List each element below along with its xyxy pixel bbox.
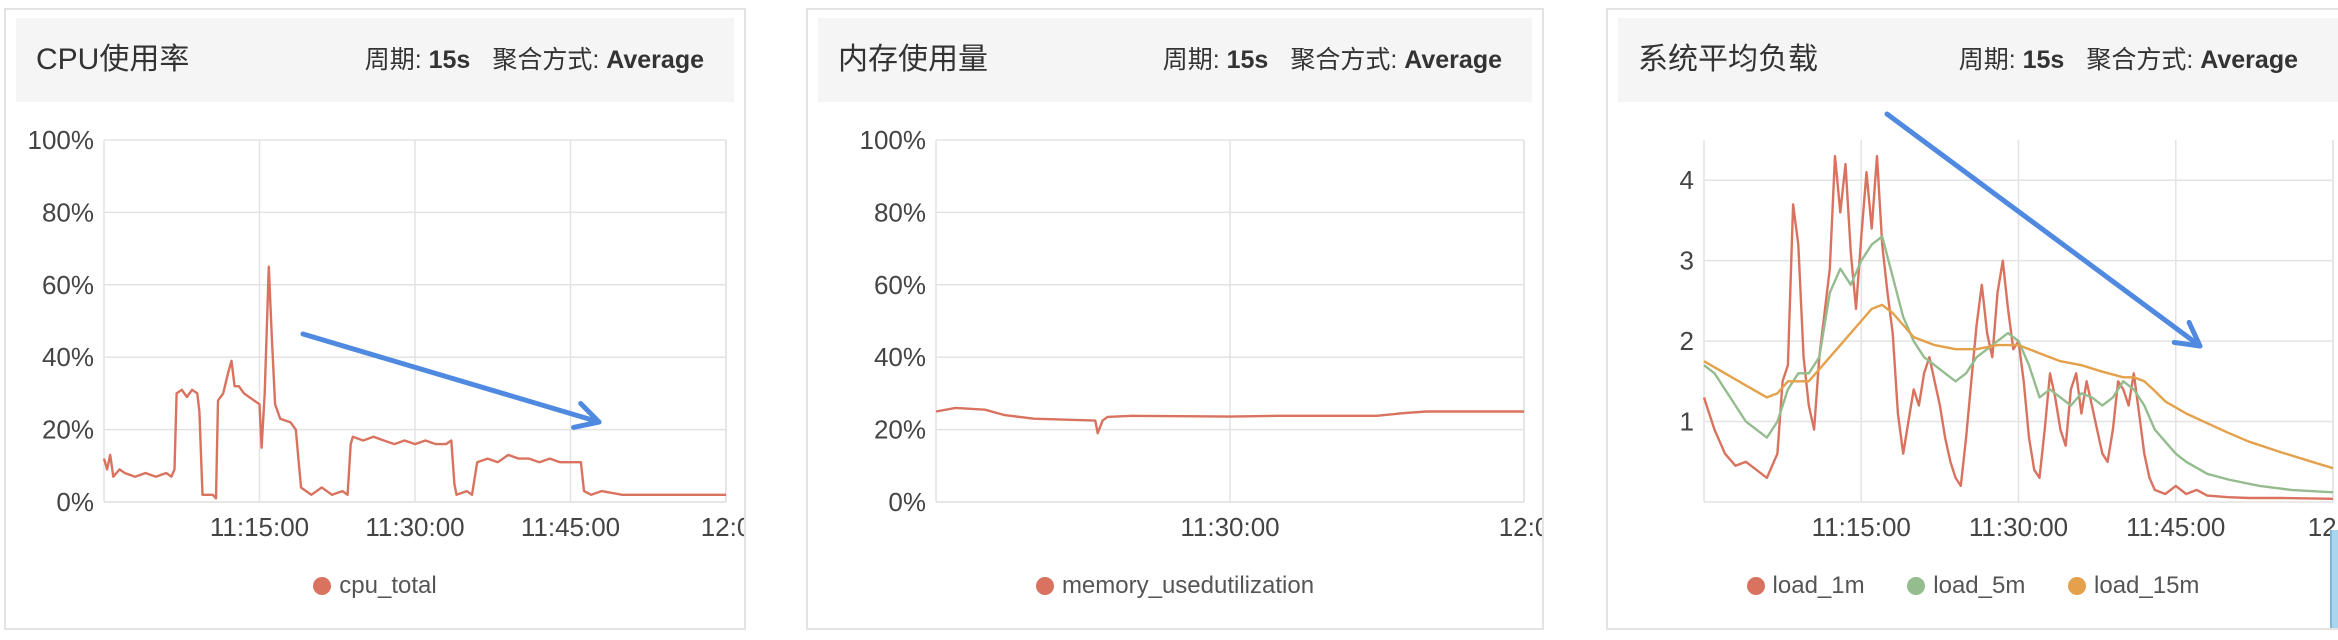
cpu-plot: 100% 80% 60% 40% 20% 0% 11:15:00 11:30:00 11:45:… [28, 125, 746, 542]
y-tick-label: 0% [56, 487, 94, 517]
annotation-arrow-shaft [1884, 111, 2203, 349]
legend-dot [313, 577, 332, 595]
legend-label: load_15m [2094, 572, 2200, 599]
legend-item[interactable]: cpu_total [313, 572, 437, 600]
x-tick-label: 11:45:00 [521, 512, 620, 542]
y-tick-label: 80% [42, 197, 94, 227]
legend-dot [1035, 577, 1054, 595]
legend-dot [1746, 577, 1765, 595]
legend-item[interactable]: load_15m [2068, 572, 2199, 600]
legend-label: load_5m [1933, 572, 2026, 599]
x-tick-label: 11:45:00 [2126, 512, 2225, 542]
y-tick-label: 4 [1680, 165, 1694, 195]
x-tick-label: 12:0 [1499, 512, 1544, 542]
memory-plot: 100% 80% 60% 40% 20% 0% 11:30:00 12:0 [860, 125, 1544, 542]
y-tick-label: 40% [42, 342, 94, 372]
y-tick-label: 60% [874, 270, 926, 300]
legend: cpu_total [6, 572, 744, 600]
legend-dot [2068, 577, 2087, 595]
x-tick-label: 11:30:00 [1969, 512, 2068, 542]
y-tick-label: 100% [28, 125, 95, 155]
legend-label: memory_usedutilization [1061, 572, 1315, 599]
x-tick-label: 11:30:00 [1180, 512, 1279, 542]
legend-label: load_1m [1772, 572, 1865, 599]
y-tick-label: 80% [874, 197, 926, 227]
legend-item[interactable]: load_5m [1907, 572, 2025, 600]
load-plot: 432111:15:0011:30:0011:45:0012:0 [1680, 111, 2338, 542]
annotation-arrow-shaft [300, 331, 602, 425]
x-tick-label: 11:30:00 [365, 512, 464, 542]
y-tick-label: 1 [1680, 407, 1694, 437]
y-tick-label: 3 [1680, 246, 1694, 276]
scroll-handle[interactable] [2330, 530, 2338, 628]
y-tick-label: 20% [874, 415, 926, 445]
legend-label: cpu_total [339, 572, 437, 599]
chart-panel-load: 系统平均负载 周期: 15s 聚合方式: Average 4 3 2 1 11:15:00… [1606, 8, 2338, 630]
x-tick-label: 11:15:00 [210, 512, 309, 542]
y-tick-label: 2 [1680, 326, 1694, 356]
chart-panel-cpu: CPU使用率 周期: 15s 聚合方式: Average 100% 80% 60% 40… [4, 8, 746, 630]
x-tick-label: 12:0 [701, 512, 746, 542]
chart-panel-memory: 内存使用量 周期: 15s 聚合方式: Average 100% 80% 60% 40%… [806, 8, 1544, 630]
x-tick-label: 11:15:00 [1812, 512, 1911, 542]
legend-item[interactable]: load_1m [1746, 572, 1865, 600]
legend: load_1m load_5m load_15m [1608, 572, 2338, 600]
y-tick-label: 0% [888, 487, 926, 517]
y-tick-label: 40% [874, 342, 926, 372]
legend: memory_usedutilization [808, 572, 1542, 600]
y-tick-label: 60% [42, 270, 94, 300]
y-tick-label: 20% [42, 415, 94, 445]
legend-item[interactable]: memory_usedutilization [1035, 572, 1315, 600]
y-tick-label: 100% [860, 125, 927, 155]
legend-dot [1907, 577, 1926, 595]
